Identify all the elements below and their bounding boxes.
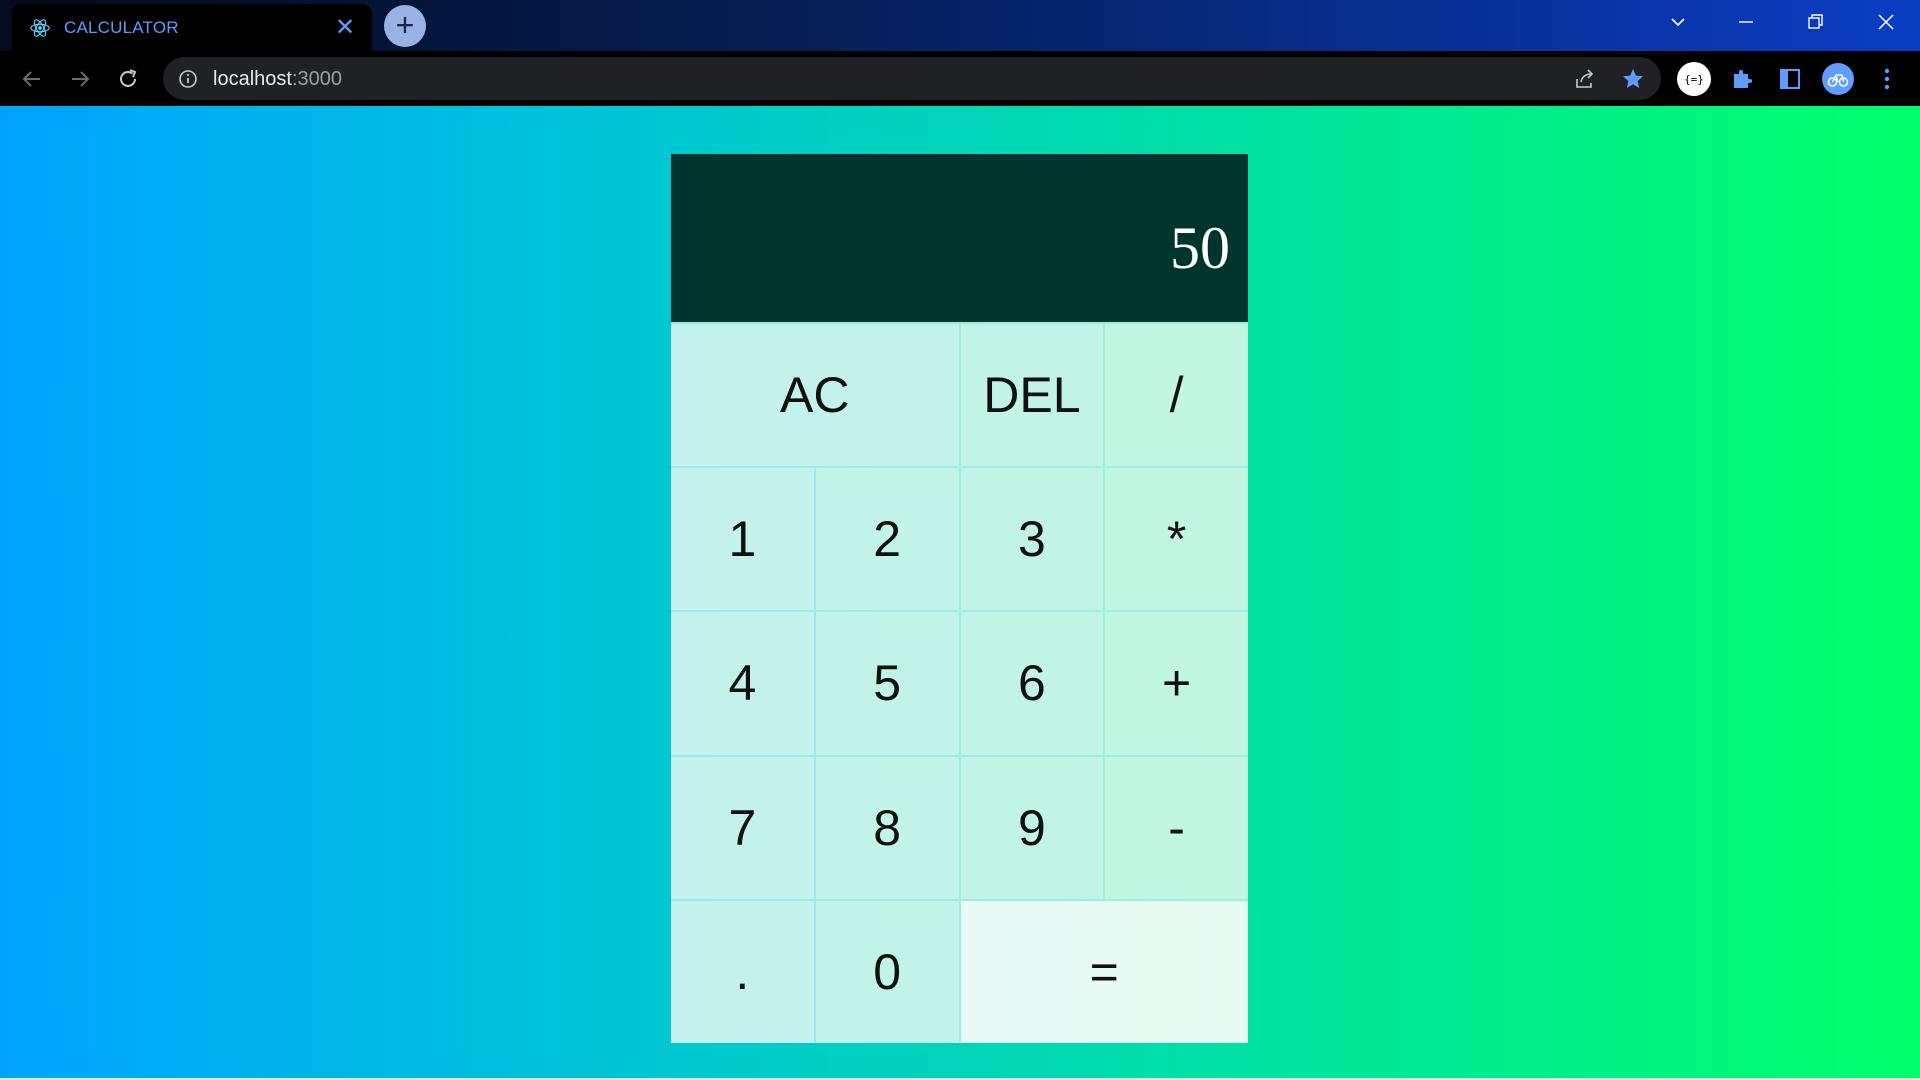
delete-button[interactable]: DEL	[960, 324, 1104, 467]
tab-close-icon[interactable]: ✕	[332, 15, 358, 40]
equals-button[interactable]: =	[960, 900, 1248, 1043]
digit-6-button[interactable]: 6	[960, 612, 1104, 755]
tab-search-icon[interactable]	[1644, 0, 1712, 44]
forward-arrow-icon[interactable]	[64, 63, 96, 95]
extensions-puzzle-icon[interactable]	[1725, 62, 1759, 96]
share-icon[interactable]	[1572, 66, 1598, 92]
browser-tab[interactable]: CALCULATOR ✕	[12, 4, 372, 51]
calculator: 50 AC DEL / 1 2 3 * 4 5 6 + 7 8 9 - . 0 …	[671, 154, 1248, 1043]
url-host: localhost	[213, 68, 292, 90]
new-tab-button[interactable]: +	[384, 5, 426, 47]
url-port: :3000	[291, 68, 342, 90]
clear-all-button[interactable]: AC	[671, 324, 959, 467]
minus-button[interactable]: -	[1105, 756, 1248, 899]
react-logo-icon	[28, 16, 52, 40]
digit-7-button[interactable]: 7	[671, 756, 814, 899]
reload-icon[interactable]	[112, 63, 144, 95]
minimize-icon[interactable]	[1712, 0, 1780, 44]
multiply-button[interactable]: *	[1105, 468, 1248, 611]
side-panel-icon[interactable]	[1773, 62, 1807, 96]
address-bar[interactable]: localhost:3000	[163, 57, 1661, 100]
digit-8-button[interactable]: 8	[815, 756, 959, 899]
tab-strip: CALCULATOR ✕ +	[0, 0, 1920, 51]
back-arrow-icon[interactable]	[16, 63, 48, 95]
decimal-button[interactable]: .	[671, 900, 814, 1043]
tab-title: CALCULATOR	[64, 17, 179, 37]
browser-menu-icon[interactable]	[1870, 62, 1904, 96]
profile-avatar[interactable]	[1821, 62, 1855, 96]
digit-9-button[interactable]: 9	[960, 756, 1104, 899]
calculator-display: 50	[671, 154, 1248, 322]
restore-icon[interactable]	[1782, 0, 1850, 44]
page-background: 50 AC DEL / 1 2 3 * 4 5 6 + 7 8 9 - . 0 …	[0, 106, 1920, 1080]
digit-2-button[interactable]: 2	[815, 468, 959, 611]
digit-1-button[interactable]: 1	[671, 468, 814, 611]
site-info-icon[interactable]	[177, 68, 199, 90]
json-extension-icon[interactable]: {=}	[1677, 62, 1711, 96]
digit-5-button[interactable]: 5	[815, 612, 959, 755]
close-window-icon[interactable]	[1852, 0, 1920, 44]
url-text: localhost:3000	[213, 68, 342, 91]
digit-0-button[interactable]: 0	[815, 900, 959, 1043]
display-value: 50	[1170, 214, 1230, 281]
digit-3-button[interactable]: 3	[960, 468, 1104, 611]
digit-4-button[interactable]: 4	[671, 612, 814, 755]
divide-button[interactable]: /	[1105, 324, 1248, 467]
bookmark-star-icon[interactable]	[1620, 66, 1646, 92]
plus-button[interactable]: +	[1105, 612, 1248, 755]
svg-text:{=}: {=}	[1684, 73, 1704, 86]
browser-toolbar: localhost:3000 {=}	[0, 51, 1920, 106]
